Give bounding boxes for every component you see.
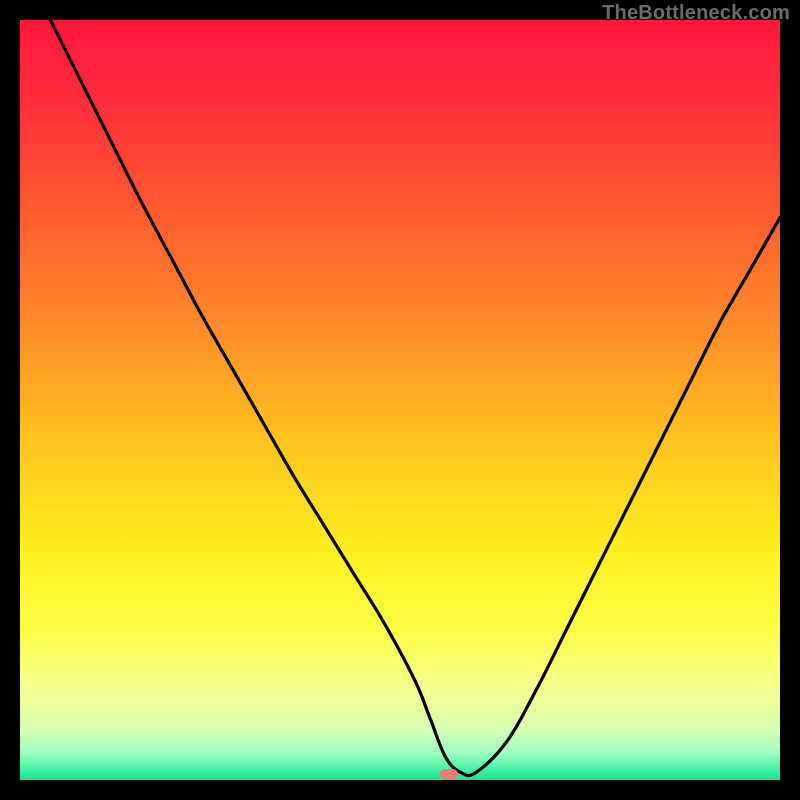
plot-area xyxy=(20,20,780,780)
chart-frame: TheBottleneck.com xyxy=(0,0,800,800)
watermark-text: TheBottleneck.com xyxy=(602,2,790,25)
bottleneck-curve xyxy=(20,20,780,780)
optimal-point-marker xyxy=(440,769,458,779)
